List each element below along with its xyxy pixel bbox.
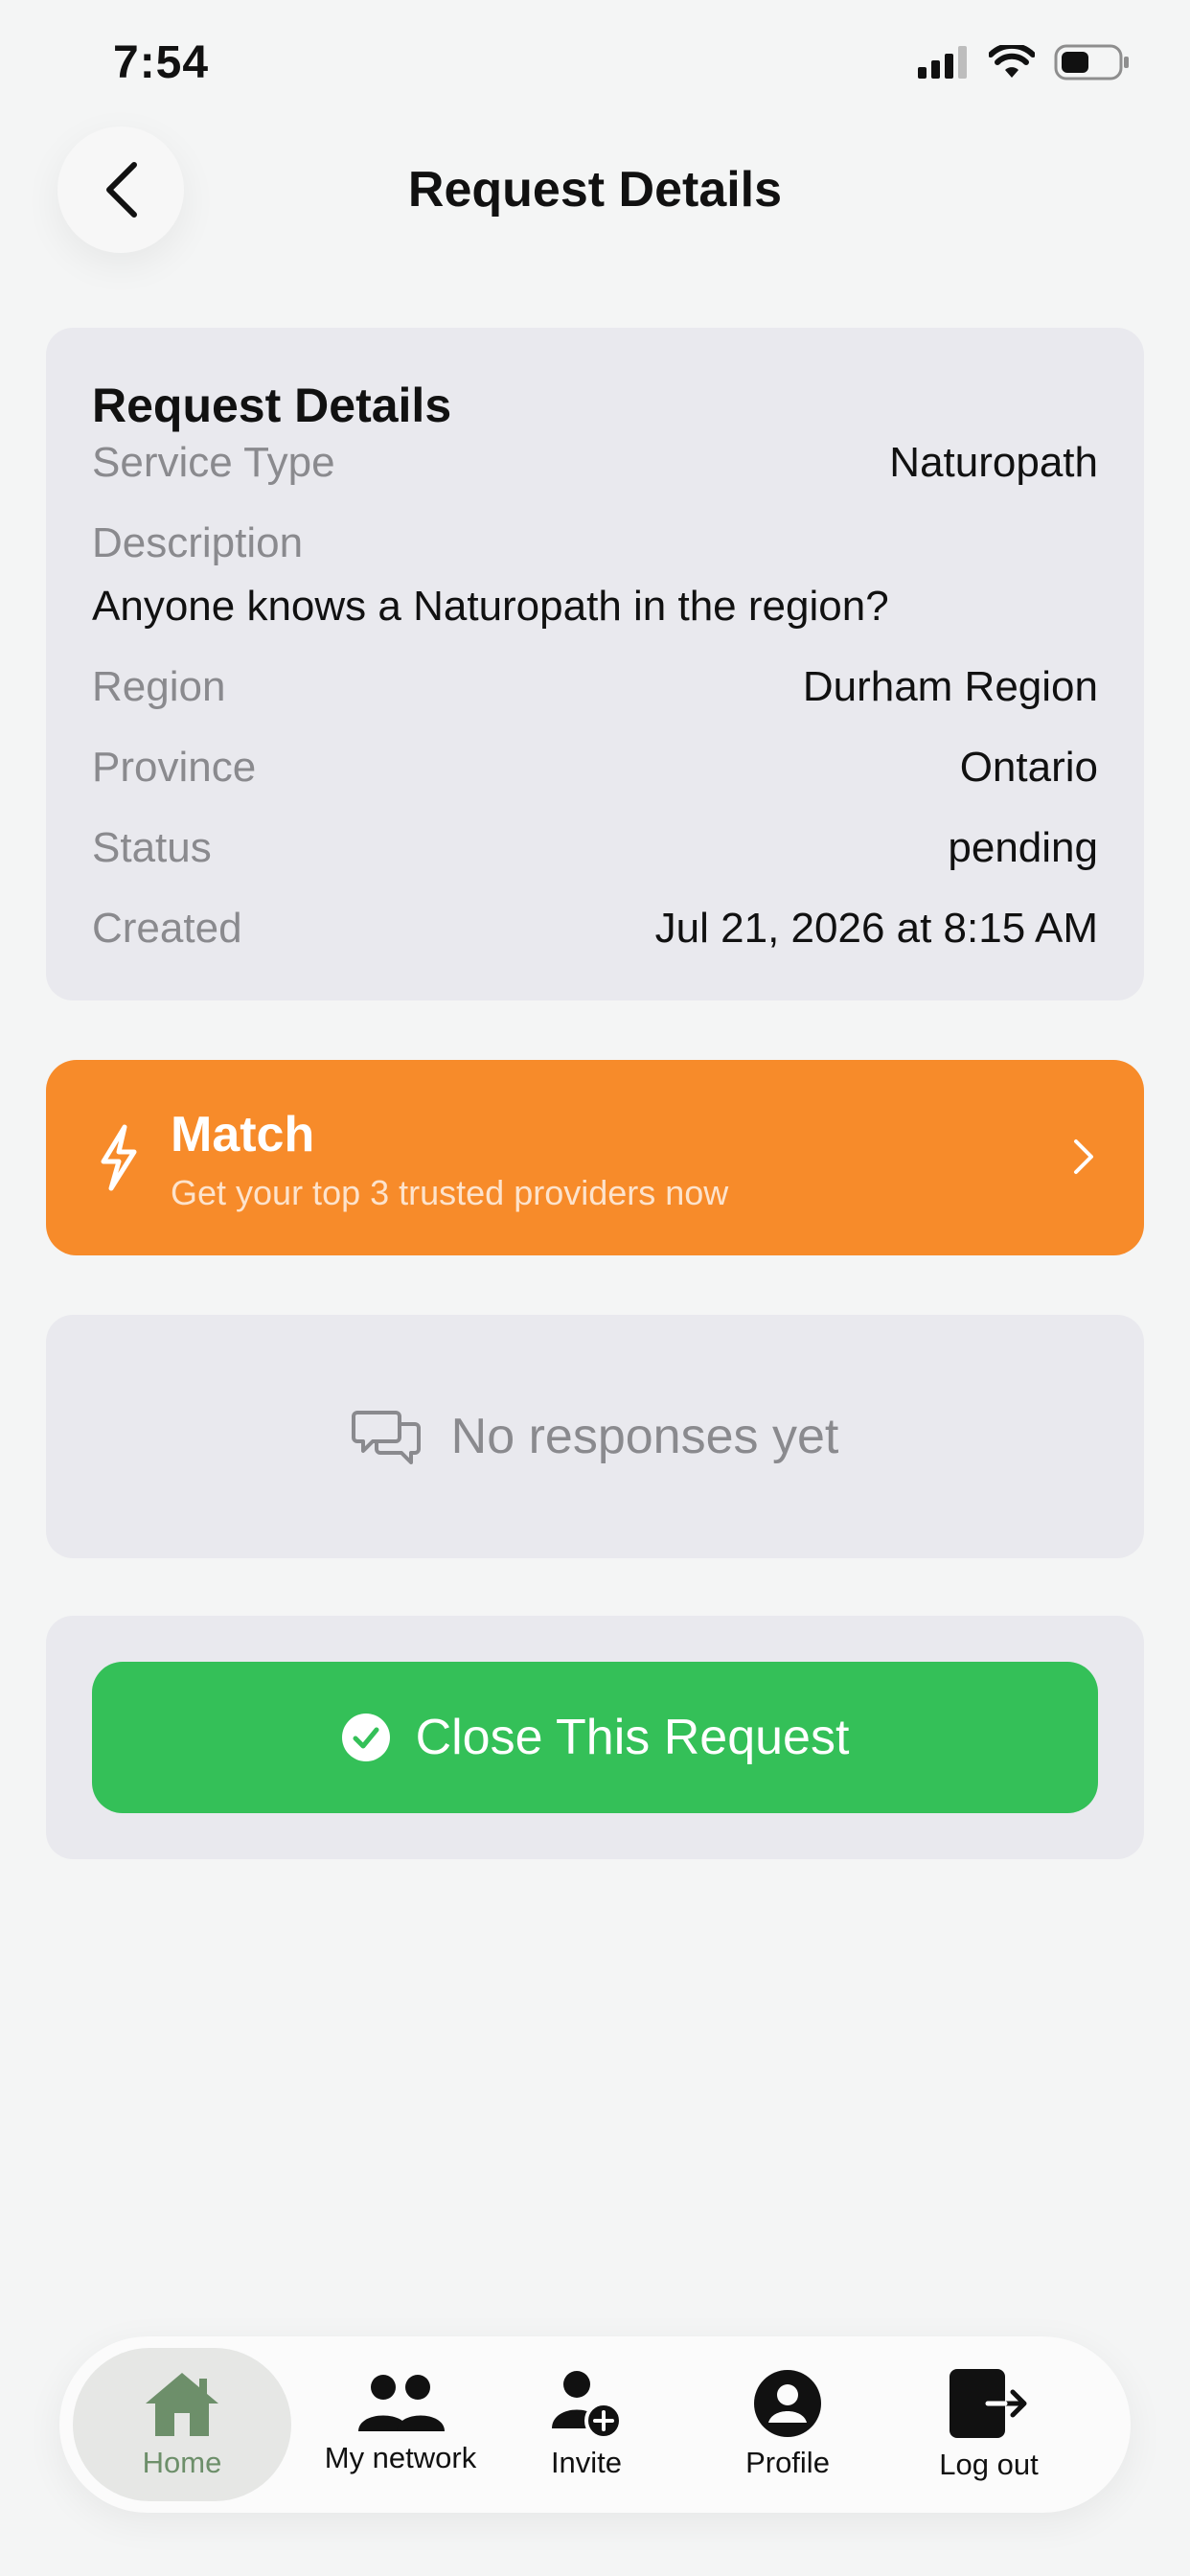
lightning-icon [101, 1124, 137, 1191]
status-value: pending [948, 824, 1098, 871]
page-title: Request Details [407, 162, 783, 218]
tab-profile[interactable]: Profile [711, 2348, 864, 2501]
province-value: Ontario [959, 744, 1098, 791]
created-label: Created [92, 905, 242, 952]
province-row: Province Ontario [92, 744, 1098, 792]
no-responses-text: No responses yet [450, 1409, 839, 1464]
request-details-card: Request Details Service Type Naturopath … [46, 328, 1144, 1000]
logout-icon [950, 2369, 1027, 2438]
people-icon [358, 2375, 445, 2431]
region-value: Durham Region [802, 663, 1098, 710]
tab-log-out[interactable]: Log out [903, 2348, 1075, 2501]
status-time: 7:54 [113, 37, 210, 88]
tab-log-out-label: Log out [939, 2448, 1039, 2481]
status-icons [918, 44, 1131, 80]
created-row: Created Jul 21, 2026 at 8:15 AM [92, 905, 1098, 953]
details-title: Request Details [92, 379, 452, 432]
tab-invite[interactable]: Invite [510, 2348, 663, 2501]
tab-my-network[interactable]: My network [305, 2348, 496, 2501]
tab-home[interactable]: Home [73, 2348, 291, 2501]
tab-home-label: Home [142, 2446, 222, 2479]
close-request-label: Close This Request [415, 1710, 850, 1765]
close-request-card: Close This Request [46, 1616, 1144, 1859]
chevron-right-icon [1074, 1139, 1093, 1174]
match-subtitle: Get your top 3 trusted providers now [171, 1173, 729, 1212]
responses-card: No responses yet [46, 1315, 1144, 1558]
match-title: Match [171, 1107, 315, 1162]
bottom-tab-bar: Home My network Invite Profile Log out [59, 2336, 1131, 2513]
tab-invite-label: Invite [550, 2446, 623, 2479]
service-type-value: Naturopath [889, 439, 1098, 486]
description-value: Anyone knows a Naturopath in the region? [92, 583, 889, 630]
battery-icon [1054, 44, 1129, 80]
description-label: Description [92, 519, 304, 566]
profile-icon [754, 2370, 821, 2437]
checkmark-circle-icon [341, 1714, 390, 1761]
close-request-button[interactable]: Close This Request [92, 1662, 1098, 1813]
created-value: Jul 21, 2026 at 8:15 AM [654, 905, 1098, 952]
match-card[interactable]: Match Get your top 3 trusted providers n… [46, 1060, 1144, 1255]
tab-my-network-label: My network [324, 2441, 477, 2474]
home-icon [146, 2373, 218, 2436]
wifi-icon [989, 45, 1035, 78]
tab-profile-label: Profile [745, 2446, 830, 2479]
region-row: Region Durham Region [92, 663, 1098, 711]
status-label: Status [92, 824, 212, 871]
signal-icon [918, 46, 967, 79]
province-label: Province [92, 744, 257, 791]
service-type-label: Service Type [92, 439, 335, 486]
status-row: Status pending [92, 824, 1098, 872]
service-type-row: Service Type Naturopath [92, 439, 1098, 487]
add-user-icon [552, 2371, 623, 2438]
region-label: Region [92, 663, 226, 710]
chat-bubbles-icon [351, 1411, 421, 1464]
